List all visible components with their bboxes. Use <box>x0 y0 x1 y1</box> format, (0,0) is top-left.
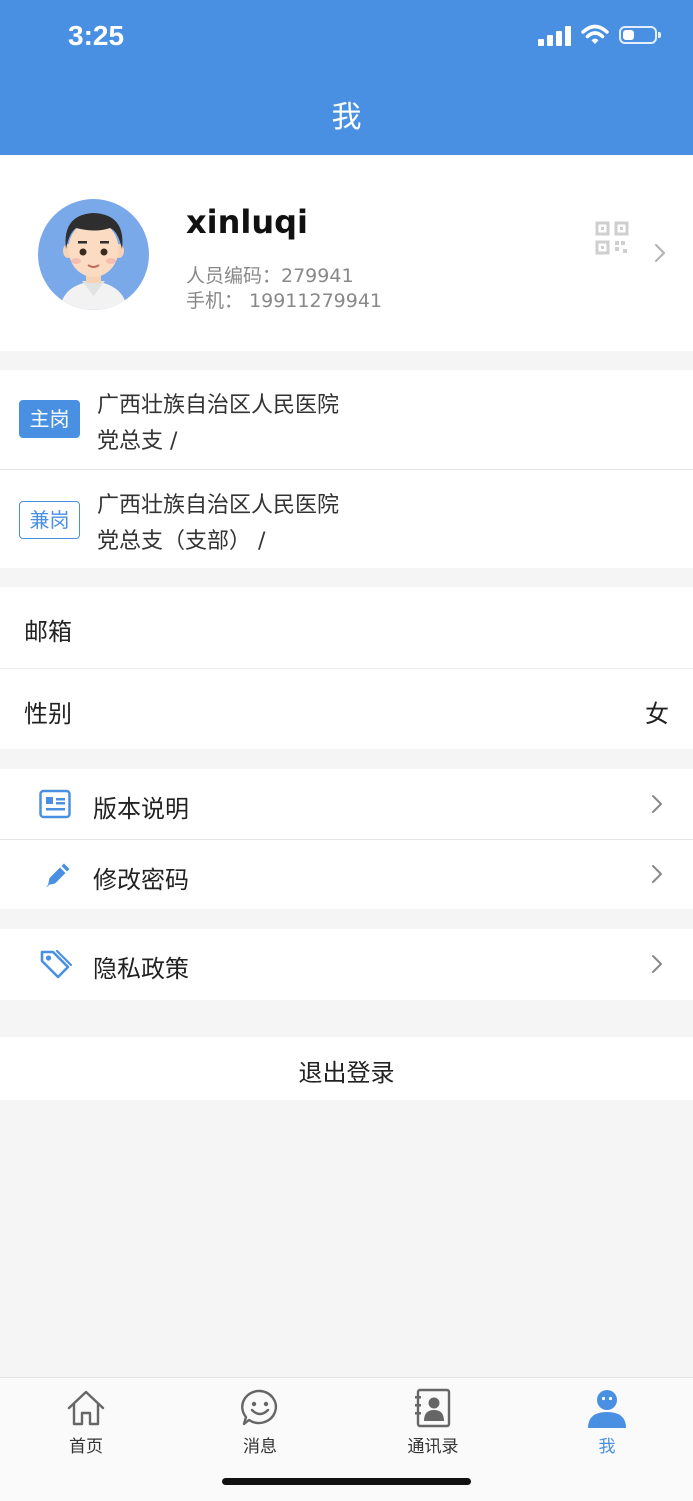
tab-messages[interactable]: 消息 <box>200 1378 320 1458</box>
user-name: xinluqi <box>186 203 309 241</box>
chevron-right-icon <box>654 243 666 263</box>
settings-menu: 版本说明 修改密码 <box>0 769 693 909</box>
tab-label: 消息 <box>243 1437 277 1457</box>
tab-me[interactable]: 我 <box>547 1378 667 1458</box>
person-icon <box>588 1390 626 1428</box>
menu-item-label: 隐私政策 <box>93 955 189 983</box>
tab-label: 我 <box>598 1437 616 1457</box>
status-time: 3:25 <box>68 20 125 51</box>
qr-code-icon[interactable] <box>595 221 629 255</box>
battery-level <box>623 30 634 40</box>
tab-label: 通讯录 <box>407 1437 459 1457</box>
home-indicator <box>222 1478 471 1485</box>
menu-item-change-password[interactable]: 修改密码 <box>0 839 693 910</box>
gender-row[interactable]: 性别 女 <box>0 668 693 750</box>
gender-value: 女 <box>645 700 669 728</box>
tab-contacts[interactable]: 通讯录 <box>373 1378 493 1458</box>
department-unit: 党总支 / <box>97 429 178 454</box>
avatar <box>38 199 149 310</box>
email-row[interactable]: 邮箱 <box>0 587 693 668</box>
department-row-secondary: 兼岗 广西壮族自治区人民医院 党总支（支部） / <box>0 469 693 569</box>
pencil-icon <box>46 863 70 887</box>
chat-icon <box>241 1389 278 1426</box>
chevron-right-icon <box>652 795 662 813</box>
battery-icon <box>619 26 661 44</box>
menu-item-label: 修改密码 <box>93 866 189 894</box>
chevron-right-icon <box>652 955 662 973</box>
logout-button[interactable]: 退出登录 <box>0 1037 693 1100</box>
menu-item-version[interactable]: 版本说明 <box>0 769 693 839</box>
page-title: 我 <box>331 100 362 135</box>
staff-code: 人员编码：279941 <box>186 265 354 287</box>
logout-label: 退出登录 <box>298 1059 395 1087</box>
tab-home[interactable]: 首页 <box>26 1378 146 1458</box>
gender-label: 性别 <box>24 700 72 728</box>
department-org: 广西壮族自治区人民医院 <box>97 393 340 418</box>
department-row-primary: 主岗 广西壮族自治区人民医院 党总支 / <box>0 370 693 469</box>
app-header: 3:25 我 <box>0 0 693 155</box>
menu-item-privacy-policy[interactable]: 隐私政策 <box>0 929 693 999</box>
secondary-post-badge: 兼岗 <box>19 501 80 539</box>
primary-post-badge: 主岗 <box>19 400 80 438</box>
cellular-signal-icon <box>538 24 571 46</box>
menu-item-label: 版本说明 <box>93 795 189 823</box>
profile-card[interactable]: xinluqi 人员编码：279941 手机： 19911279941 <box>0 155 693 351</box>
status-icons <box>538 24 661 46</box>
chevron-right-icon <box>652 865 662 883</box>
home-icon <box>67 1390 105 1426</box>
phone-number: 手机： 19911279941 <box>186 290 383 312</box>
department-list: 主岗 广西壮族自治区人民医院 党总支 / 兼岗 广西壮族自治区人民医院 党总支（… <box>0 370 693 568</box>
tab-label: 首页 <box>69 1437 103 1457</box>
document-icon <box>39 789 71 819</box>
department-unit: 党总支（支部） / <box>97 529 266 554</box>
user-info: 邮箱 性别 女 <box>0 587 693 749</box>
department-org: 广西壮族自治区人民医院 <box>97 493 340 518</box>
privacy-menu: 隐私政策 <box>0 929 693 1000</box>
wifi-icon <box>581 24 609 44</box>
contacts-icon <box>415 1388 451 1428</box>
email-label: 邮箱 <box>24 618 72 646</box>
tag-icon <box>40 949 72 979</box>
